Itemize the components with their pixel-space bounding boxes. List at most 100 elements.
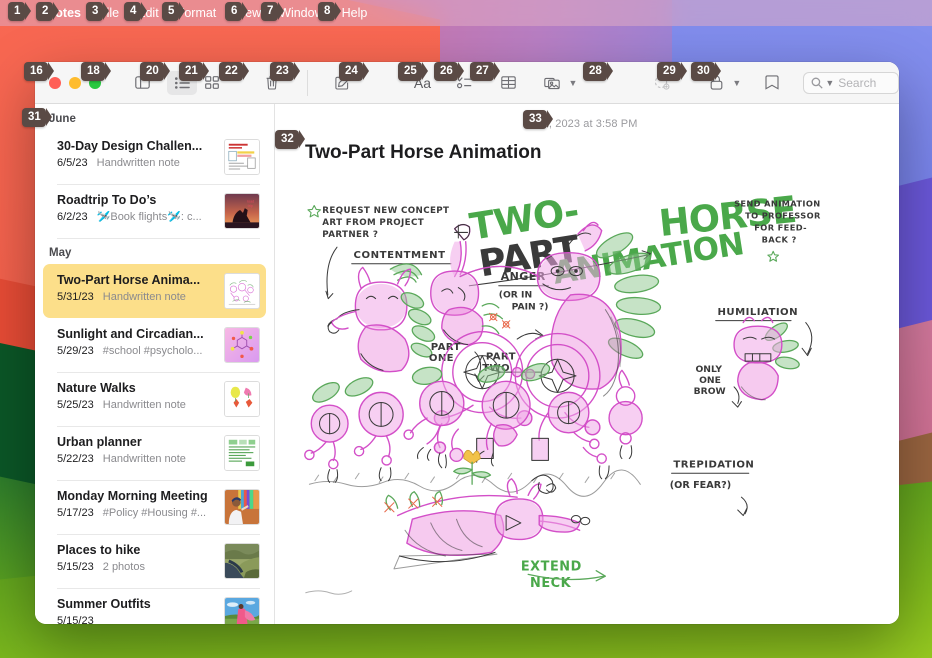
annotation-badge-18: 18 <box>81 62 111 81</box>
svg-text:HUMILIATION: HUMILIATION <box>718 307 799 318</box>
svg-text:SEND ANIMATION: SEND ANIMATION <box>734 199 820 209</box>
minimize-button[interactable] <box>69 76 81 89</box>
annotation-badge-3: 3 <box>86 2 110 21</box>
search-icon <box>811 77 823 89</box>
note-date: 5/29/23 <box>57 345 94 357</box>
media-icon[interactable] <box>537 71 567 95</box>
note-thumbnail <box>224 489 260 525</box>
annotation-badge-25: 25 <box>398 62 428 81</box>
note-title: 30-Day Design Challen... <box>57 139 203 153</box>
sketch-canvas: .hw { font-family:"DejaVu Sans", sans-se… <box>302 192 872 624</box>
annotation-badge-1: 1 <box>8 2 32 21</box>
svg-text:TREPIDATION: TREPIDATION <box>673 460 754 471</box>
svg-text:road: road <box>247 200 255 204</box>
svg-text:PAIN ?): PAIN ?) <box>512 302 549 313</box>
note-date: 5/31/23 <box>57 291 94 303</box>
svg-text:BACK ?: BACK ? <box>762 235 797 245</box>
note-thumbnail <box>224 139 260 175</box>
note-thumbnail <box>224 273 260 309</box>
note-date: 6/2/23 <box>57 211 88 223</box>
list-item[interactable]: Roadtrip To Do’s 6/2/23 🛩️Book flights🛩️… <box>43 184 266 238</box>
note-title: Monday Morning Meeting <box>57 489 208 503</box>
note-title: Summer Outfits <box>57 597 151 611</box>
note-snippet: Handwritten note <box>102 453 186 465</box>
annotation-badge-31: 31 <box>22 108 52 127</box>
svg-text:REQUEST NEW CONCEPT: REQUEST NEW CONCEPT <box>322 206 449 216</box>
note-snippet: 🛩️Book flights🛩️: c... <box>96 211 202 223</box>
annotation-badge-29: 29 <box>657 62 687 81</box>
note-title: Sunlight and Circadian... <box>57 327 204 341</box>
note-snippet: 2 photos <box>102 561 145 573</box>
page-title: Two-Part Horse Animation <box>305 142 542 163</box>
list-item[interactable]: 30-Day Design Challen... 6/5/23 Handwrit… <box>43 130 266 184</box>
search-input[interactable]: ▼ Search <box>803 71 899 94</box>
svg-text:TO PROFESSOR: TO PROFESSOR <box>745 211 821 221</box>
svg-text:BROW: BROW <box>694 386 726 397</box>
note-group-header-june: June <box>49 113 76 125</box>
annotation-badge-32: 32 <box>275 130 305 149</box>
note-list[interactable]: June 30-Day Design Challen... 6/5/23 Han… <box>35 104 275 624</box>
note-date: 5/15/23 <box>57 615 94 624</box>
note-date: 5/22/23 <box>57 453 94 465</box>
annotation-badge-33: 33 <box>523 110 553 129</box>
note-snippet: #Policy #Housing #... <box>102 507 207 519</box>
svg-text:ONE: ONE <box>429 353 454 364</box>
svg-text:ONLY: ONLY <box>695 364 722 375</box>
chevron-down-icon[interactable]: ▼ <box>825 78 834 88</box>
svg-text:EXTEND: EXTEND <box>521 560 582 575</box>
svg-text:PART: PART <box>431 342 461 353</box>
list-item[interactable]: Summer Outfits 5/15/23 <box>43 588 266 624</box>
annotation-badge-20: 20 <box>140 62 170 81</box>
svg-text:(OR IN: (OR IN <box>499 290 532 301</box>
annotation-badge-22: 22 <box>219 62 249 81</box>
annotation-badge-26: 26 <box>434 62 464 81</box>
window-body: June 30-Day Design Challen... 6/5/23 Han… <box>35 104 899 624</box>
svg-text:FOR FEED-: FOR FEED- <box>754 223 807 233</box>
svg-text:PART: PART <box>486 351 516 362</box>
note-snippet: Handwritten note <box>96 157 180 169</box>
note-title: Roadtrip To Do’s <box>57 193 157 207</box>
notes-window: Aa ▼ ▼ ▼ Search June 30-Day Design Chall… <box>35 62 899 624</box>
note-date: 5/15/23 <box>57 561 94 573</box>
annotation-badge-8: 8 <box>318 2 342 21</box>
note-title: Two-Part Horse Anima... <box>57 273 201 287</box>
note-date: 6/5/23 <box>57 157 88 169</box>
note-snippet: Handwritten note <box>102 291 186 303</box>
annotation-badge-21: 21 <box>179 62 209 81</box>
note-detail[interactable]: 31, 2023 at 3:58 PM Two-Part Horse Anima… <box>275 104 899 624</box>
handwritten-sketch[interactable]: .hw { font-family:"DejaVu Sans", sans-se… <box>275 192 899 624</box>
note-thumbnail <box>224 597 260 624</box>
note-date: 5/17/23 <box>57 507 94 519</box>
annotation-badge-2: 2 <box>36 2 60 21</box>
svg-text:(OR FEAR?): (OR FEAR?) <box>670 480 731 491</box>
annotation-badge-28: 28 <box>583 62 613 81</box>
svg-text:PARTNER ?: PARTNER ? <box>322 230 378 240</box>
list-item-selected[interactable]: Two-Part Horse Anima... 5/31/23 Handwrit… <box>43 264 266 318</box>
svg-text:trip: trip <box>248 204 253 208</box>
note-thumbnail <box>224 327 260 363</box>
note-thumbnail <box>224 543 260 579</box>
search-placeholder: Search <box>838 75 877 90</box>
svg-text:CONTENTMENT: CONTENTMENT <box>354 250 446 261</box>
annotation-badge-7: 7 <box>261 2 285 21</box>
list-item[interactable]: Urban planner 5/22/23 Handwritten note <box>43 426 266 480</box>
collaborate-icon[interactable] <box>757 71 787 95</box>
annotation-badge-5: 5 <box>162 2 186 21</box>
list-item[interactable]: Places to hike 5/15/23 2 photos <box>43 534 266 588</box>
note-thumbnail <box>224 381 260 417</box>
annotation-badge-24: 24 <box>339 62 369 81</box>
annotation-badge-4: 4 <box>124 2 148 21</box>
annotation-badge-23: 23 <box>270 62 300 81</box>
note-date: 5/25/23 <box>57 399 94 411</box>
note-title: Urban planner <box>57 435 142 449</box>
svg-text:ONE: ONE <box>699 375 721 386</box>
list-item[interactable]: Nature Walks 5/25/23 Handwritten note <box>43 372 266 426</box>
list-item[interactable]: Monday Morning Meeting 5/17/23 #Policy #… <box>43 480 266 534</box>
chevron-down-icon[interactable]: ▼ <box>568 78 577 88</box>
note-thumbnail: road trip <box>224 193 260 229</box>
note-thumbnail <box>224 435 260 471</box>
list-item[interactable]: Sunlight and Circadian... 5/29/23 #schoo… <box>43 318 266 372</box>
svg-text:ART FROM PROJECT: ART FROM PROJECT <box>322 218 424 228</box>
chevron-down-icon[interactable]: ▼ <box>732 78 741 88</box>
annotation-badge-16: 16 <box>24 62 54 81</box>
